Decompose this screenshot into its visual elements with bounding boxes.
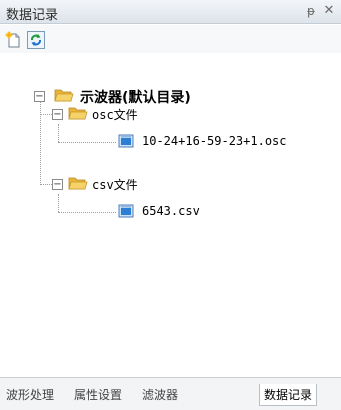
folder-open-icon [54, 88, 74, 103]
close-icon[interactable]: ✕ [322, 3, 336, 19]
data-record-panel: 数据记录 ᵽ ✕ − 示波器(默认目录) − osc文件 10-24+16-59… [0, 0, 341, 410]
tree-guide-line [58, 124, 59, 142]
pin-icon[interactable]: ᵽ [304, 3, 318, 19]
collapse-toggle-osc[interactable]: − [52, 109, 63, 120]
tree-node-label-root: 示波器(默认目录) [80, 90, 191, 106]
tree-guide-line [58, 212, 116, 213]
tab-waveform-processing[interactable]: 波形处理 [2, 384, 58, 406]
data-file-icon [118, 134, 134, 148]
tree-node-label-osc-file: 10-24+16-59-23+1.osc [142, 134, 287, 148]
tab-filter[interactable]: 滤波器 [138, 384, 182, 406]
new-file-icon[interactable] [5, 31, 23, 49]
tab-property-settings[interactable]: 属性设置 [70, 384, 126, 406]
tree-guide-line [58, 194, 59, 212]
panel-title: 数据记录 [6, 8, 59, 23]
refresh-icon[interactable] [27, 31, 45, 49]
tree-node-label-csv-folder: csv文件 [92, 178, 138, 192]
panel-title-bar[interactable]: 数据记录 ᵽ ✕ [0, 0, 341, 24]
data-file-icon [118, 204, 134, 218]
collapse-toggle-csv[interactable]: − [52, 179, 63, 190]
collapse-toggle-root[interactable]: − [34, 91, 45, 102]
file-tree: − 示波器(默认目录) − osc文件 10-24+16-59-23+1.osc… [0, 53, 341, 375]
bottom-tab-bar: 波形处理 属性设置 滤波器 数据记录 [0, 377, 341, 410]
tree-guide-line [40, 114, 52, 115]
tree-node-label-csv-file: 6543.csv [142, 204, 200, 218]
tab-data-record[interactable]: 数据记录 [259, 384, 318, 406]
toolbar [0, 25, 341, 53]
tree-guide-line [58, 142, 116, 143]
tree-node-label-osc-folder: osc文件 [92, 108, 138, 122]
tree-guide-line [40, 184, 52, 185]
folder-open-icon [68, 106, 88, 121]
folder-open-icon [68, 176, 88, 191]
